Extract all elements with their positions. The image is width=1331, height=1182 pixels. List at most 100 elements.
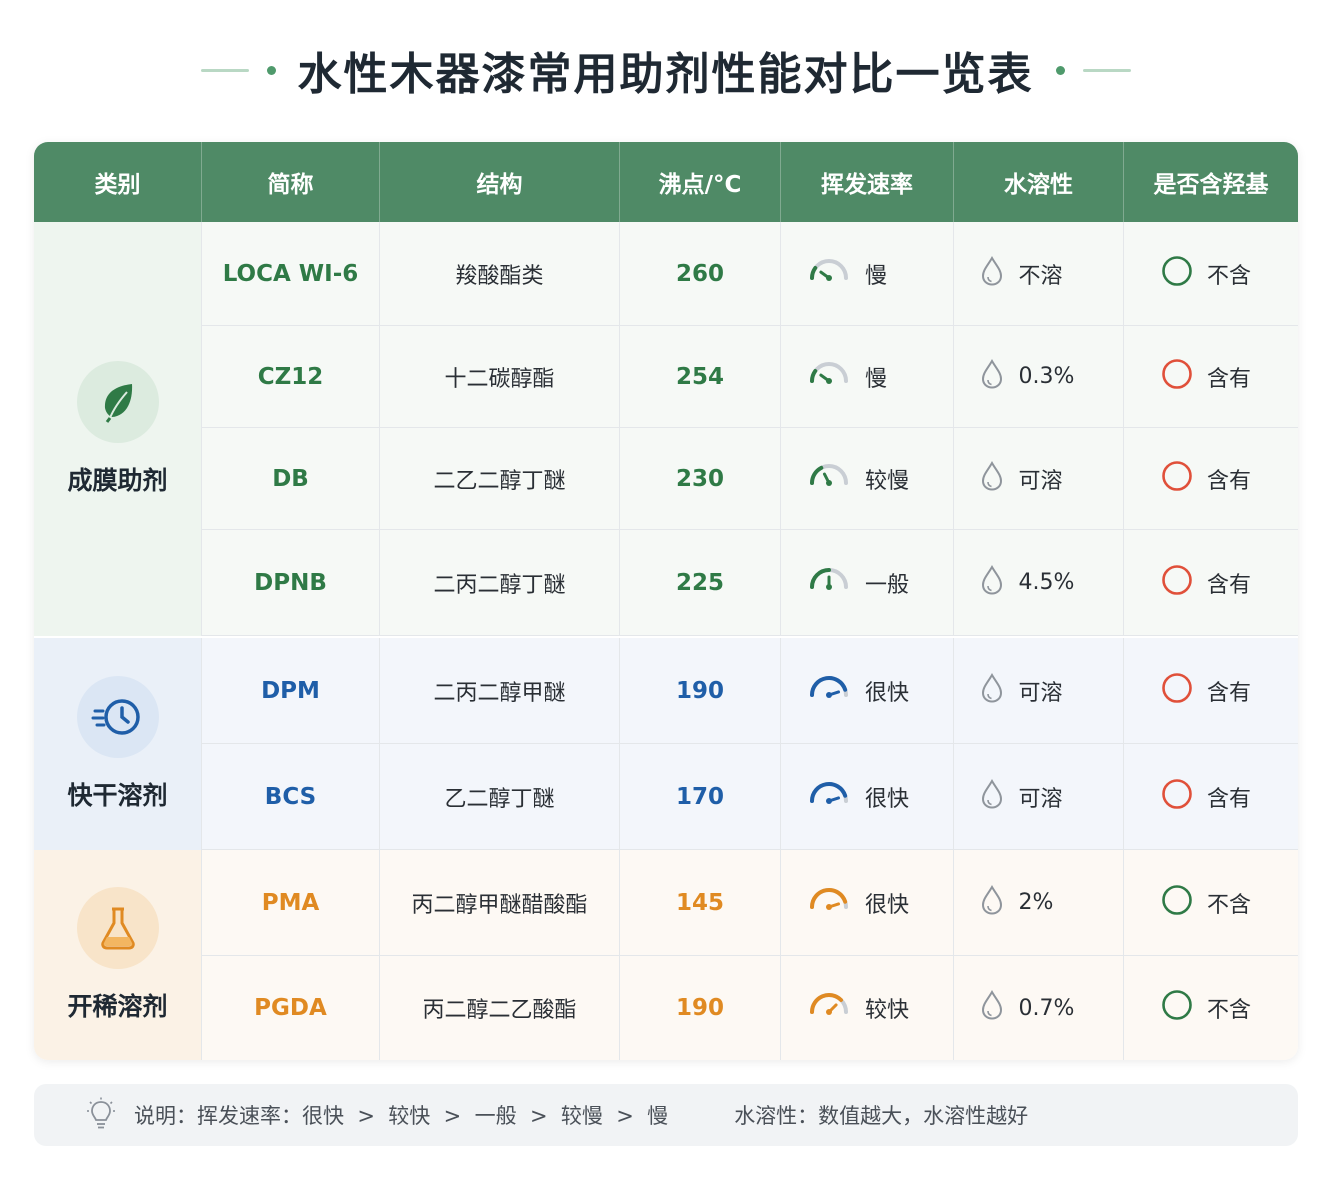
hydroxyl-cell: 含有 <box>1124 744 1298 849</box>
gauge-icon <box>807 990 851 1026</box>
hydroxyl-text: 含有 <box>1207 366 1252 392</box>
volatility-text: 很快 <box>865 680 910 706</box>
solubility-cell: 4.5% <box>954 530 1124 635</box>
solubility-text: 可溶 <box>1018 786 1063 812</box>
abbr-cell: CZ12 <box>202 326 380 427</box>
abbr-cell: LOCA WI-6 <box>202 222 380 325</box>
solubility-text: 2% <box>1018 890 1054 915</box>
circle-icon <box>1161 672 1193 710</box>
table-row: DPNB 二丙二醇丁醚 225 一般 4.5% 含有 <box>202 530 1298 636</box>
boiling-point-cell: 190 <box>620 956 781 1060</box>
flask-icon <box>76 887 159 969</box>
table-row: CZ12 十二碳醇酯 254 慢 0.3% 含有 <box>202 326 1298 428</box>
hydroxyl-text: 不含 <box>1207 998 1252 1023</box>
page-title: 水性木器漆常用助剂性能对比一览表 <box>297 49 1034 100</box>
water-drop-icon <box>979 460 1005 498</box>
header-cell: 是否含羟基 <box>1153 172 1269 198</box>
circle-icon <box>1161 989 1193 1027</box>
circle-icon <box>1161 884 1193 922</box>
group-2: 快干溶剂 DPM 二丙二醇甲醚 190 很快 可溶 含有 BCS 乙二醇丁醚 170 很快 可溶 含有 <box>34 638 1298 850</box>
category-cell: 快干溶剂 <box>34 638 202 850</box>
circle-icon <box>1161 778 1193 816</box>
gauge-icon <box>807 256 851 292</box>
boiling-point-cell: 145 <box>620 850 781 955</box>
gauge-icon <box>807 359 851 395</box>
hydroxyl-text: 不含 <box>1207 263 1252 289</box>
solubility-cell: 0.3% <box>954 326 1124 427</box>
solubility-legend: 水溶性：数值越大，水溶性越好 <box>734 1104 1029 1128</box>
solubility-text: 0.3% <box>1018 364 1075 389</box>
volatility-text: 很快 <box>865 892 910 918</box>
hydroxyl-cell: 含有 <box>1124 638 1298 743</box>
hydroxyl-cell: 含有 <box>1124 428 1298 529</box>
abbr-cell: PGDA <box>202 956 380 1060</box>
leaf-icon <box>76 361 159 443</box>
category-cell: 开稀溶剂 <box>34 850 202 1060</box>
lightbulb-icon <box>86 1097 116 1133</box>
volatility-cell: 很快 <box>781 638 954 743</box>
volatility-cell: 较慢 <box>781 428 954 529</box>
circle-icon <box>1161 564 1193 602</box>
header-cell: 沸点/°C <box>620 142 781 222</box>
legend-note: 说明：挥发速率：很快 > 较快 > 一般 > 较慢 > 慢 水溶性：数值越大，水… <box>34 1084 1298 1146</box>
boiling-point-cell: 190 <box>620 638 781 743</box>
structure-cell: 十二碳醇酯 <box>380 326 620 427</box>
header-cell: 水溶性 <box>954 142 1124 222</box>
solubility-text: 0.7% <box>1018 995 1075 1021</box>
gauge-icon <box>807 673 851 709</box>
title-decoration-right <box>1055 65 1131 75</box>
category-name: 快干溶剂 <box>67 781 168 810</box>
hydroxyl-cell: 不含 <box>1124 956 1298 1060</box>
volatility-text: 一般 <box>865 572 910 598</box>
gauge-icon <box>807 461 851 497</box>
boiling-point-cell: 260 <box>620 222 781 325</box>
hydroxyl-cell: 含有 <box>1124 326 1298 427</box>
solubility-cell: 不溶 <box>954 222 1124 325</box>
abbr-cell: BCS <box>202 744 380 849</box>
hydroxyl-cell: 不含 <box>1124 222 1298 325</box>
circle-icon <box>1161 460 1193 498</box>
structure-cell: 二丙二醇丁醚 <box>380 530 620 635</box>
structure-cell: 二乙二醇丁醚 <box>380 428 620 529</box>
boiling-point-cell: 230 <box>620 428 781 529</box>
abbr-cell: DB <box>202 428 380 529</box>
volatility-cell: 较快 <box>781 956 954 1060</box>
water-drop-icon <box>979 989 1005 1027</box>
volatility-text: 慢 <box>865 366 888 392</box>
hydroxyl-text: 含有 <box>1207 572 1252 598</box>
comparison-table: 类别 简称 结构 沸点/°C 挥发速率 水溶性 是否含羟基 成膜助剂 LOCA WI-6 羧酸酯… <box>34 142 1298 1060</box>
water-drop-icon <box>979 778 1005 816</box>
abbr-cell: PMA <box>202 850 380 955</box>
title-bar: 水性木器漆常用助剂性能对比一览表 <box>0 30 1331 110</box>
circle-icon <box>1161 255 1193 293</box>
table-row: DB 二乙二醇丁醚 230 较慢 可溶 含有 <box>202 428 1298 530</box>
header-cell: 挥发速率 <box>781 142 954 222</box>
hydroxyl-cell: 不含 <box>1124 850 1298 955</box>
volatility-cell: 一般 <box>781 530 954 635</box>
category-cell: 成膜助剂 <box>34 222 202 636</box>
water-drop-icon <box>979 255 1005 293</box>
table-row: PMA 丙二醇甲醚醋酸酯 145 很快 2% 不含 <box>202 850 1298 956</box>
solubility-cell: 2% <box>954 850 1124 955</box>
hydroxyl-text: 不含 <box>1207 892 1252 918</box>
structure-cell: 乙二醇丁醚 <box>380 744 620 849</box>
header-cell: 类别 <box>34 142 202 222</box>
abbr-cell: DPNB <box>202 530 380 635</box>
structure-cell: 二丙二醇甲醚 <box>380 638 620 743</box>
water-drop-icon <box>979 672 1005 710</box>
table-row: LOCA WI-6 羧酸酯类 260 慢 不溶 不含 <box>202 222 1298 326</box>
volatility-text: 慢 <box>865 263 888 289</box>
boiling-point-cell: 254 <box>620 326 781 427</box>
volatility-cell: 很快 <box>781 744 954 849</box>
title-decoration-left <box>200 65 276 75</box>
category-name: 开稀溶剂 <box>67 992 168 1021</box>
volatility-legend: 说明：挥发速率：很快 > 较快 > 一般 > 较慢 > 慢 <box>134 1104 669 1128</box>
hydroxyl-cell: 含有 <box>1124 530 1298 635</box>
volatility-cell: 很快 <box>781 850 954 955</box>
structure-cell: 羧酸酯类 <box>380 222 620 325</box>
water-drop-icon <box>979 884 1005 922</box>
table-row: BCS 乙二醇丁醚 170 很快 可溶 含有 <box>202 744 1298 850</box>
solubility-cell: 可溶 <box>954 744 1124 849</box>
solubility-cell: 可溶 <box>954 428 1124 529</box>
solubility-text: 可溶 <box>1018 468 1063 494</box>
